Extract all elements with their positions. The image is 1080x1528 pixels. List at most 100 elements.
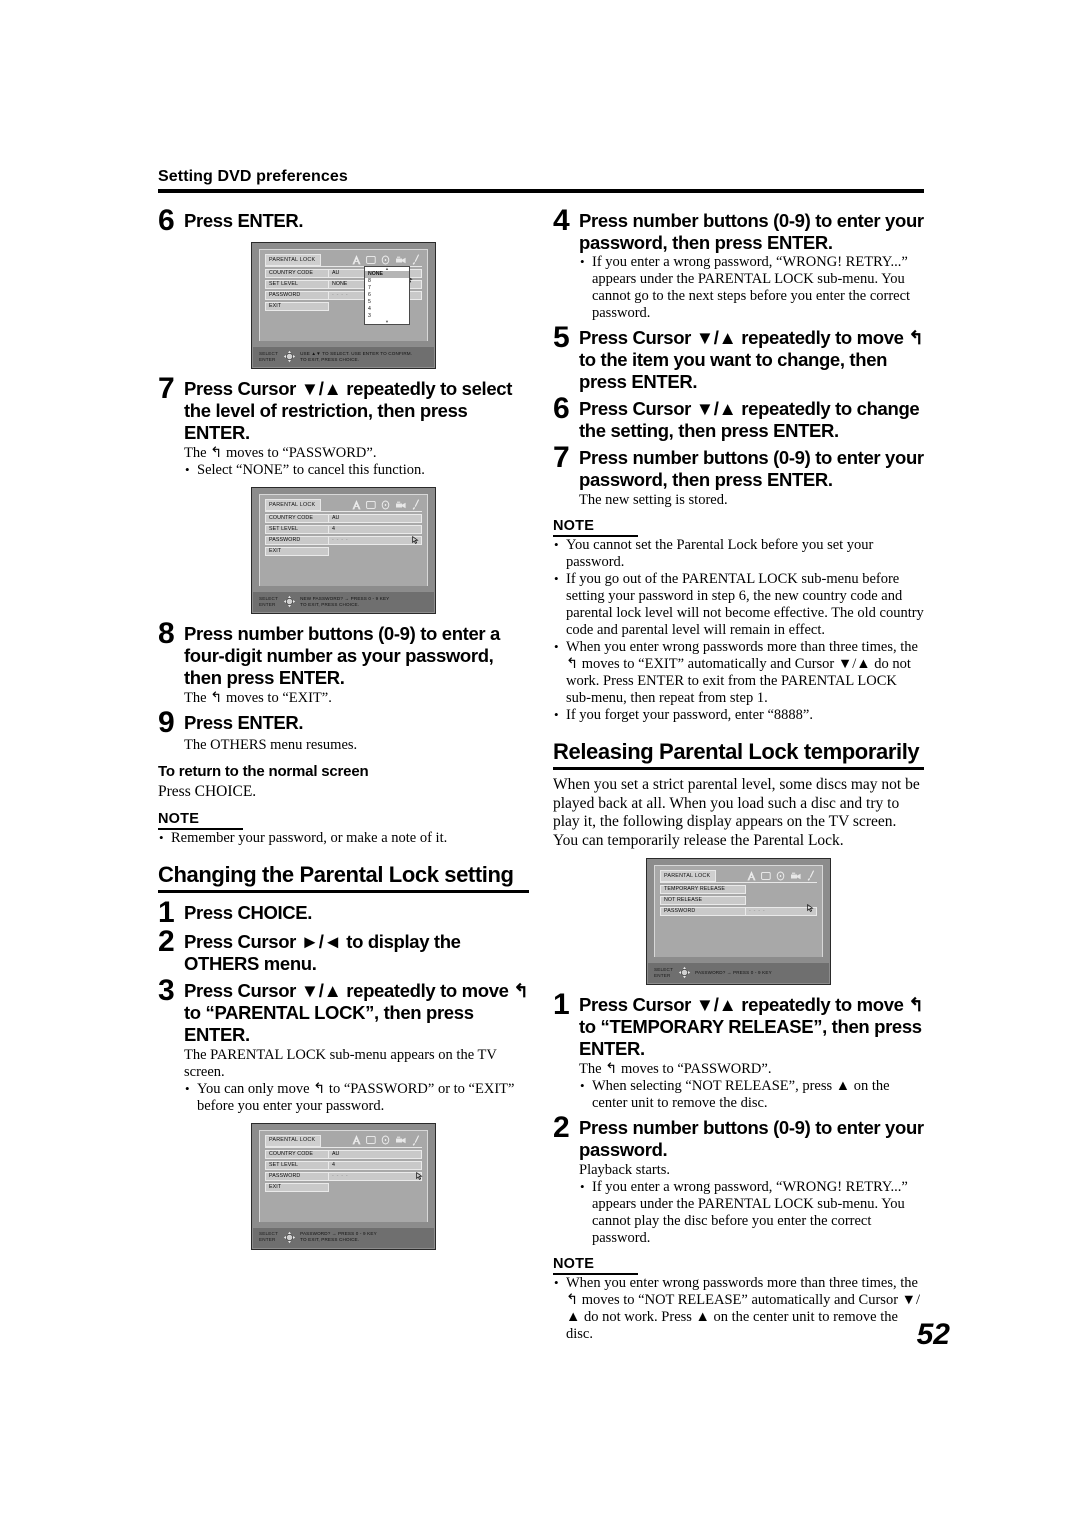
bullet-item: Remember your password, or make a note o… bbox=[158, 829, 529, 847]
osd-bottom-bar: SELECT ENTER NEW PASSWORD? → PRESS 0 - 9… bbox=[252, 591, 435, 613]
osd-row-label: COUNTRY CODE bbox=[265, 514, 329, 523]
bullet-item: You cannot set the Parental Lock before … bbox=[553, 536, 924, 571]
osd-icon-bar bbox=[352, 253, 420, 266]
osd-row-value: - - - - bbox=[329, 536, 422, 545]
osd-row-label: COUNTRY CODE bbox=[265, 269, 329, 278]
note-heading-2: NOTE bbox=[553, 1256, 639, 1275]
osd-row-label: PASSWORD bbox=[265, 1171, 329, 1181]
osd-row-country-code[interactable]: COUNTRY CODE AU bbox=[265, 1149, 422, 1159]
step-4-right: 4 Press number buttons (0-9) to enter yo… bbox=[553, 206, 924, 254]
step-5-right: 5 Press Cursor ▼/▲ repeatedly to move ↰ … bbox=[553, 323, 924, 393]
osd-row-exit[interactable]: EXIT bbox=[265, 1182, 422, 1192]
release-step-1-bullets: When selecting “NOT RELEASE”, press ▲ on… bbox=[579, 1077, 924, 1112]
manual-page: Setting DVD preferences 6 Press ENTER. P… bbox=[0, 0, 1080, 1528]
bullet-item: When you enter wrong passwords more than… bbox=[553, 1274, 924, 1343]
step-number: 7 bbox=[158, 372, 175, 405]
set-level-dropdown[interactable]: ▲ NONE 8 7 6 5 4 3 ▼ bbox=[364, 266, 410, 325]
dropdown-option[interactable]: 8 bbox=[365, 278, 409, 285]
step-7-bullets: Select “NONE” to cancel this function. bbox=[184, 461, 529, 479]
osd-row-set-level[interactable]: SET LEVEL 4 bbox=[265, 1160, 422, 1170]
osd-bottom-message: PASSWORD? → PRESS 0 - 9 KEY bbox=[695, 969, 772, 975]
osd-row-label: SET LEVEL bbox=[265, 525, 329, 534]
page-content: Setting DVD preferences 6 Press ENTER. P… bbox=[158, 168, 924, 1343]
dropdown-option[interactable]: 4 bbox=[365, 306, 409, 313]
osd-row-value: 4 bbox=[329, 1160, 422, 1170]
step-text: Press Cursor ▼/▲ repeatedly to move ↰ to… bbox=[184, 979, 529, 1045]
release-step-2-detail: Playback starts. bbox=[579, 1162, 671, 1178]
osd-row-not-release[interactable]: NOT RELEASE bbox=[660, 896, 817, 905]
dropdown-scroll-down-icon[interactable]: ▼ bbox=[365, 320, 409, 324]
dpad-icon bbox=[282, 350, 296, 363]
subtitle-screen-icon bbox=[366, 1135, 376, 1145]
osd-panel: PARENTAL LOCK bbox=[259, 249, 428, 341]
setup-wrench-icon bbox=[412, 499, 420, 510]
osd-key-select: SELECT bbox=[259, 350, 279, 356]
osd-row-password[interactable]: PASSWORD - - - - bbox=[265, 536, 422, 545]
step-9-left: 9 Press ENTER. bbox=[158, 708, 529, 738]
osd-tab-row: PARENTAL LOCK bbox=[265, 253, 422, 267]
osd-row-label: EXIT bbox=[265, 302, 329, 311]
note-bullets: You cannot set the Parental Lock before … bbox=[553, 536, 924, 724]
bullet-item: When selecting “NOT RELEASE”, press ▲ on… bbox=[579, 1077, 924, 1112]
osd-bottom-bar: SELECT ENTER USE ▲▼ TO SELECT. USE ENTER… bbox=[252, 346, 435, 368]
cursor-hand-icon bbox=[416, 1167, 423, 1180]
step-7-detail: The ↰ moves to “PASSWORD”. bbox=[184, 445, 377, 461]
osd-screenshot-4-wrap: PARENTAL LOCK TEMPORARY RELEASE NOT RELE… bbox=[553, 858, 924, 985]
disc-icon bbox=[381, 255, 390, 265]
step-9-detail: The OTHERS menu resumes. bbox=[184, 737, 358, 753]
step-text: Press number buttons (0-9) to enter your… bbox=[579, 447, 924, 490]
bullet-item: You can only move ↰ to “PASSWORD” or to … bbox=[184, 1080, 529, 1115]
camera-angle-icon bbox=[395, 255, 407, 265]
step-text: Press ENTER. bbox=[184, 210, 304, 231]
osd-key-enter: ENTER bbox=[259, 356, 276, 362]
osd-tab-row: PARENTAL LOCK bbox=[265, 1134, 422, 1148]
step-text: Press CHOICE. bbox=[184, 901, 313, 923]
osd-row-temporary-release[interactable]: TEMPORARY RELEASE bbox=[660, 885, 817, 894]
step-number: 2 bbox=[158, 924, 175, 958]
note-bullets: Remember your password, or make a note o… bbox=[158, 829, 529, 847]
release-step-2-bullets: If you enter a wrong password, “WRONG! R… bbox=[579, 1178, 924, 1247]
osd-row-value: 4 bbox=[329, 525, 422, 534]
osd-screenshot-2: PARENTAL LOCK COUNTRY CODE AU SET LEVEL … bbox=[251, 487, 436, 614]
return-to-normal-text: Press CHOICE. bbox=[158, 783, 257, 800]
bullet-item: If you forget your password, enter “8888… bbox=[553, 706, 924, 724]
osd-row-password[interactable]: PASSWORD - - - - bbox=[660, 907, 817, 916]
two-column-body: 6 Press ENTER. PARENTAL LOCK COUNTRY COD… bbox=[158, 205, 924, 1343]
dropdown-option[interactable]: NONE bbox=[365, 271, 409, 278]
osd-row-label: SET LEVEL bbox=[265, 280, 329, 289]
osd-row-value: AU bbox=[329, 514, 422, 523]
osd-tab-underline bbox=[265, 1146, 422, 1148]
osd-key-select: SELECT bbox=[654, 966, 674, 972]
change-step-3-detail: The PARENTAL LOCK sub-menu appears on th… bbox=[184, 1046, 497, 1080]
osd-row-password[interactable]: PASSWORD - - - - bbox=[265, 1171, 422, 1181]
bullet-item: If you go out of the PARENTAL LOCK sub-m… bbox=[553, 570, 924, 639]
osd-key-enter: ENTER bbox=[259, 1237, 276, 1242]
camera-angle-icon bbox=[790, 871, 802, 881]
osd-bottom-keys: SELECT ENTER bbox=[259, 1231, 278, 1243]
osd-row-set-level[interactable]: SET LEVEL 4 bbox=[265, 525, 422, 534]
osd-row-country-code[interactable]: COUNTRY CODE AU bbox=[265, 514, 422, 523]
dropdown-option[interactable]: 5 bbox=[365, 299, 409, 306]
step-text: Press number buttons (0-9) to enter your… bbox=[579, 1117, 924, 1160]
disc-icon bbox=[381, 1135, 390, 1145]
osd-icon-bar bbox=[352, 1134, 420, 1147]
osd-bottom-message: PASSWORD? → PRESS 0 - 9 KEY TO EXIT, PRE… bbox=[300, 1231, 377, 1242]
subtitle-screen-icon bbox=[366, 255, 376, 265]
osd-screenshot-1: PARENTAL LOCK COUNTRY CODE AU SET LEVEL … bbox=[251, 242, 436, 369]
dropdown-option[interactable]: 6 bbox=[365, 292, 409, 299]
osd-row-label: EXIT bbox=[265, 1182, 329, 1192]
osd-screenshot-3: PARENTAL LOCK COUNTRY CODE AU SET LEVEL … bbox=[251, 1122, 436, 1250]
osd-row-label: PASSWORD bbox=[265, 536, 329, 545]
osd-title: PARENTAL LOCK bbox=[265, 1134, 322, 1147]
osd-row-label: PASSWORD bbox=[660, 907, 746, 916]
dropdown-option[interactable]: 7 bbox=[365, 285, 409, 292]
change-step-3-bullets: You can only move ↰ to “PASSWORD” or to … bbox=[184, 1080, 529, 1115]
dpad-icon bbox=[677, 966, 691, 979]
osd-bottom-keys: SELECT ENTER bbox=[654, 967, 673, 979]
audio-language-icon bbox=[352, 1135, 361, 1145]
disc-icon bbox=[381, 500, 390, 510]
osd-row-exit[interactable]: EXIT bbox=[265, 547, 422, 556]
osd-key-enter: ENTER bbox=[259, 601, 276, 607]
cursor-hand-icon bbox=[807, 899, 814, 912]
section-intro: When you set a strict parental level, so… bbox=[553, 776, 920, 849]
